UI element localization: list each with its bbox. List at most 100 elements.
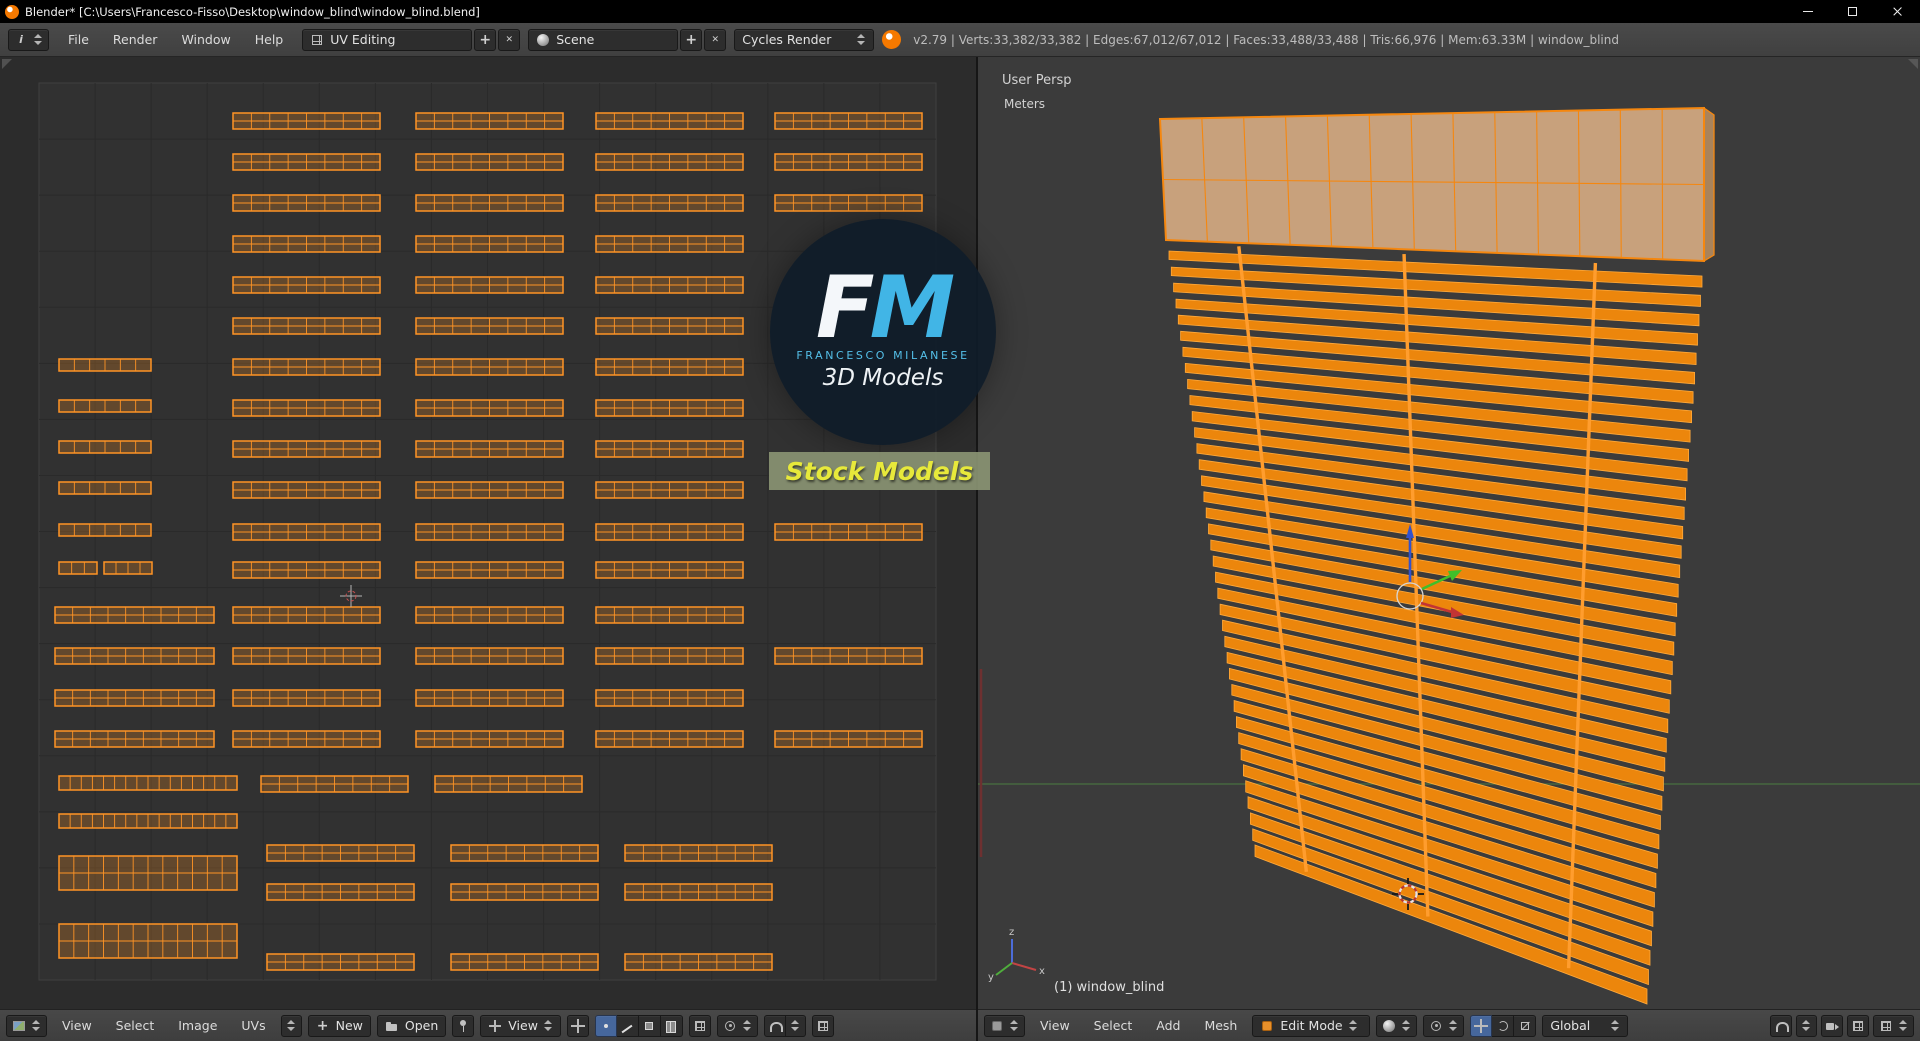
uv-island[interactable] bbox=[232, 647, 381, 665]
screen-layout-select[interactable]: UV Editing bbox=[302, 28, 473, 51]
menu-file[interactable]: File bbox=[57, 29, 100, 50]
uv-island[interactable] bbox=[232, 523, 381, 541]
uv-island[interactable] bbox=[54, 647, 215, 665]
uv-island[interactable] bbox=[415, 647, 564, 665]
uv-select-vertex-button[interactable] bbox=[594, 1014, 617, 1037]
uv-proportional-edit-select[interactable] bbox=[716, 1014, 758, 1037]
uv-island[interactable] bbox=[450, 883, 599, 901]
close-button[interactable] bbox=[1875, 0, 1920, 23]
uv-image-browse-button[interactable] bbox=[280, 1014, 302, 1037]
maximize-button[interactable] bbox=[1830, 0, 1875, 23]
uv-island[interactable] bbox=[595, 606, 744, 624]
uv-island[interactable] bbox=[624, 883, 773, 901]
uv-island[interactable] bbox=[260, 775, 409, 793]
opengl-animation-button[interactable] bbox=[1847, 1014, 1869, 1037]
info-editor-type-button[interactable] bbox=[8, 28, 49, 51]
uv-snap-toggle-button[interactable] bbox=[763, 1014, 786, 1037]
uv-island[interactable] bbox=[232, 153, 381, 171]
uv-island[interactable] bbox=[232, 194, 381, 212]
uv-pin-button[interactable] bbox=[452, 1014, 475, 1037]
uv-select-island-button[interactable] bbox=[660, 1014, 683, 1037]
uv-island[interactable] bbox=[774, 194, 923, 212]
uv-island[interactable] bbox=[595, 153, 744, 171]
uv-island[interactable] bbox=[415, 317, 564, 335]
uv-island[interactable] bbox=[58, 813, 238, 829]
uv-island[interactable] bbox=[595, 647, 744, 665]
uv-island[interactable] bbox=[232, 481, 381, 499]
uv-island[interactable] bbox=[54, 606, 215, 624]
uv-island[interactable] bbox=[54, 730, 215, 748]
uv-island[interactable] bbox=[415, 440, 564, 458]
blind-headrail[interactable] bbox=[1158, 106, 1715, 263]
translate-manipulator-button[interactable] bbox=[1470, 1014, 1493, 1037]
uv-island[interactable] bbox=[415, 235, 564, 253]
uv-island[interactable] bbox=[232, 276, 381, 294]
uv-island[interactable] bbox=[415, 153, 564, 171]
uv-island[interactable] bbox=[774, 730, 923, 748]
uv-sticky-select-button[interactable] bbox=[688, 1014, 711, 1037]
viewport-canvas[interactable]: zxy User Persp Meters (1) window_blind bbox=[978, 57, 1920, 1009]
uv-island[interactable] bbox=[58, 523, 152, 537]
minimize-button[interactable] bbox=[1785, 0, 1830, 23]
uv-island[interactable] bbox=[595, 276, 744, 294]
uv-editor-type-button[interactable] bbox=[6, 1014, 47, 1037]
uv-island[interactable] bbox=[595, 235, 744, 253]
uv-island[interactable] bbox=[450, 953, 599, 971]
uv-island[interactable] bbox=[774, 523, 923, 541]
viewport-menu-add[interactable]: Add bbox=[1147, 1015, 1189, 1036]
uv-island[interactable] bbox=[232, 730, 381, 748]
uv-island[interactable] bbox=[232, 358, 381, 376]
scene-select[interactable]: Scene bbox=[528, 28, 679, 51]
uv-island[interactable] bbox=[415, 523, 564, 541]
delete-screen-layout-button[interactable] bbox=[498, 28, 521, 51]
uv-island[interactable] bbox=[415, 689, 564, 707]
uv-open-image-button[interactable]: Open bbox=[376, 1014, 447, 1037]
delete-scene-button[interactable] bbox=[704, 28, 727, 51]
viewport-editor-type-button[interactable] bbox=[984, 1014, 1025, 1037]
viewport-menu-select[interactable]: Select bbox=[1085, 1015, 1142, 1036]
area-corner-widget[interactable] bbox=[1908, 59, 1918, 69]
uv-island[interactable] bbox=[415, 606, 564, 624]
uv-island[interactable] bbox=[266, 844, 415, 862]
uv-select-edge-button[interactable] bbox=[616, 1014, 639, 1037]
uv-island[interactable] bbox=[58, 440, 152, 454]
scale-manipulator-button[interactable] bbox=[1514, 1014, 1537, 1037]
render-engine-select[interactable]: Cycles Render bbox=[734, 28, 875, 51]
rotate-manipulator-button[interactable] bbox=[1492, 1014, 1515, 1037]
uv-island[interactable] bbox=[266, 883, 415, 901]
uv-new-image-button[interactable]: New bbox=[307, 1014, 371, 1037]
uv-island[interactable] bbox=[415, 730, 564, 748]
uv-island[interactable] bbox=[103, 561, 153, 575]
uv-island[interactable] bbox=[595, 194, 744, 212]
uv-island[interactable] bbox=[595, 689, 744, 707]
viewport-menu-mesh[interactable]: Mesh bbox=[1195, 1015, 1246, 1036]
uv-draw-type-button[interactable] bbox=[811, 1014, 834, 1037]
uv-island[interactable] bbox=[595, 481, 744, 499]
uv-island[interactable] bbox=[415, 399, 564, 417]
uv-select-face-button[interactable] bbox=[638, 1014, 661, 1037]
add-scene-button[interactable] bbox=[680, 28, 703, 51]
uv-island[interactable] bbox=[54, 689, 215, 707]
uv-canvas[interactable] bbox=[0, 57, 976, 1009]
uv-island[interactable] bbox=[58, 855, 238, 891]
menu-help[interactable]: Help bbox=[244, 29, 295, 50]
menu-render[interactable]: Render bbox=[102, 29, 169, 50]
orientation-select[interactable]: Global bbox=[1542, 1014, 1629, 1037]
pivot-point-select[interactable] bbox=[1423, 1014, 1465, 1037]
uv-snap-element-select[interactable] bbox=[785, 1014, 806, 1037]
add-screen-layout-button[interactable] bbox=[474, 28, 497, 51]
uv-island[interactable] bbox=[58, 399, 152, 413]
uv-island[interactable] bbox=[232, 561, 381, 579]
uv-island[interactable] bbox=[232, 440, 381, 458]
uv-island[interactable] bbox=[595, 440, 744, 458]
uv-island[interactable] bbox=[774, 112, 923, 130]
uv-menu-image[interactable]: Image bbox=[169, 1015, 226, 1036]
uv-island[interactable] bbox=[415, 358, 564, 376]
uv-island[interactable] bbox=[595, 523, 744, 541]
uv-island[interactable] bbox=[232, 112, 381, 130]
opengl-render-button[interactable] bbox=[1821, 1014, 1843, 1037]
uv-snap-cursor-button[interactable] bbox=[566, 1014, 589, 1037]
uv-island[interactable] bbox=[232, 606, 381, 624]
uv-menu-view[interactable]: View bbox=[53, 1015, 101, 1036]
uv-island[interactable] bbox=[595, 399, 744, 417]
